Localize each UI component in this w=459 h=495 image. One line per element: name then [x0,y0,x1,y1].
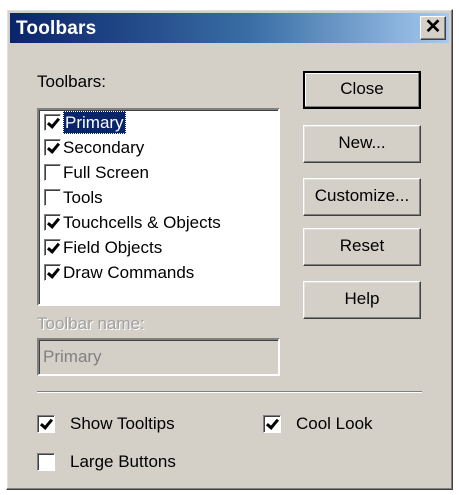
toolbar-item-checkbox[interactable] [44,214,61,231]
show-tooltips-label: Show Tooltips [70,414,175,433]
toolbar-list-item[interactable]: Tools [42,186,274,210]
toolbars-dialog: Toolbars ✕ Toolbars: Primary Secondary Ful… [6,9,453,490]
toolbar-name-field[interactable]: Primary [37,338,280,376]
toolbar-item-checkbox[interactable] [44,189,61,206]
separator [37,391,422,393]
close-window-button[interactable]: ✕ [420,16,446,40]
toolbar-item-label: Primary [63,111,126,134]
toolbar-item-checkbox[interactable] [44,264,61,281]
toolbar-item-label: Field Objects [63,238,163,257]
toolbar-item-label: Full Screen [63,163,149,182]
customize-button[interactable]: Customize... [303,178,421,216]
reset-button[interactable]: Reset [303,228,421,266]
toolbar-item-label: Draw Commands [63,263,195,282]
cool-look-label: Cool Look [296,414,373,433]
toolbar-list-item[interactable]: Primary [42,111,274,135]
large-buttons-label: Large Buttons [70,452,176,471]
help-button[interactable]: Help [303,281,421,319]
toolbar-list-item[interactable]: Secondary [42,136,274,160]
toolbar-item-checkbox[interactable] [44,139,61,156]
toolbar-item-label: Touchcells & Objects [63,213,221,232]
close-icon: ✕ [424,16,442,38]
toolbar-item-checkbox[interactable] [44,164,61,181]
large-buttons-checkbox[interactable] [37,453,55,471]
toolbar-name-label: Toolbar name: [37,314,145,333]
toolbar-list-item[interactable]: Field Objects [42,236,274,260]
show-tooltips-checkbox[interactable] [37,415,55,433]
close-button[interactable]: Close [303,71,421,109]
toolbar-item-label: Secondary [63,138,145,157]
toolbar-list-item[interactable]: Draw Commands [42,261,274,285]
toolbar-list-item[interactable]: Touchcells & Objects [42,211,274,235]
toolbars-listbox[interactable]: Primary Secondary Full Screen Tools Touchcel… [37,108,280,306]
toolbar-item-label: Tools [63,188,103,207]
title-bar[interactable]: Toolbars ✕ [10,13,449,43]
cool-look-checkbox[interactable] [263,415,281,433]
toolbar-list-item[interactable]: Full Screen [42,161,274,185]
toolbars-label: Toolbars: [37,72,106,91]
toolbar-item-checkbox[interactable] [44,239,61,256]
new-button[interactable]: New... [303,125,421,163]
toolbar-item-checkbox[interactable] [44,114,61,131]
window-title: Toolbars [16,18,97,39]
